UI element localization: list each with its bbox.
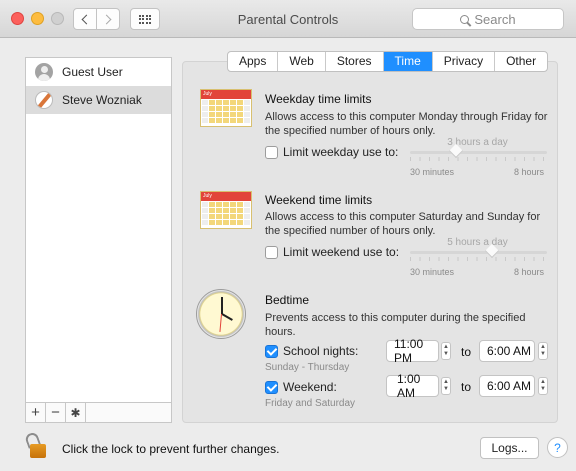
calendar-month: July (201, 192, 251, 201)
stepper-down-icon: ▼ (443, 386, 449, 392)
stepper-down-icon: ▼ (540, 351, 546, 357)
weekend-bedtime-checkbox[interactable]: Weekend: (265, 380, 337, 394)
weekday-limit-checkbox[interactable]: Limit weekday use to: (265, 145, 398, 159)
weekday-slider-track[interactable] (410, 151, 547, 154)
checkbox-checked[interactable] (265, 344, 278, 358)
weekend-calendar-icon: July (200, 191, 252, 229)
weekend-bedtime-sublabel: Friday and Saturday (265, 398, 356, 409)
weekday-title: Weekday time limits (265, 92, 372, 106)
school-nights-end-time[interactable]: 6:00 AM (479, 340, 535, 362)
weekday-slider-ticks (410, 157, 547, 161)
school-nights-label: School nights: (283, 344, 359, 358)
weekday-max-label: 8 hours (514, 167, 545, 177)
checkbox[interactable] (265, 245, 278, 259)
stepper-down-icon: ▼ (443, 351, 449, 357)
weekend-slider-ticks (410, 257, 547, 261)
checkbox-checked[interactable] (265, 380, 278, 394)
bedtime-title: Bedtime (265, 293, 310, 307)
weekday-description: Allows access to this computer Monday th… (265, 111, 548, 137)
user-name: Guest User (62, 65, 123, 79)
stepper-up-icon: ▲ (443, 344, 449, 350)
user-list: Guest User Steve Wozniak (25, 57, 172, 423)
stepper-up-icon: ▲ (540, 379, 546, 385)
add-user-button[interactable]: + (26, 403, 46, 422)
guest-user-icon (35, 63, 53, 81)
to-label: to (461, 345, 472, 359)
weekend-start-stepper[interactable]: ▲ ▼ (441, 377, 451, 395)
weekend-limit-checkbox[interactable]: Limit weekend use to: (265, 245, 399, 259)
tab-bar: Apps Web Stores Time Privacy Other (227, 51, 549, 72)
weekend-start-time[interactable]: 1:00 AM (386, 372, 439, 400)
weekend-end-time[interactable]: 6:00 AM (479, 375, 535, 397)
tab-privacy[interactable]: Privacy (433, 52, 496, 71)
search-field[interactable]: Search (412, 8, 564, 30)
school-nights-start-time[interactable]: 11:00 PM (386, 337, 439, 365)
clock-minute-hand (221, 297, 223, 314)
weekday-min-label: 30 minutes (410, 167, 455, 177)
title-bar: Parental Controls Search (0, 0, 576, 38)
gear-icon[interactable]: ✱ (66, 403, 86, 422)
weekday-calendar-icon: July (200, 89, 252, 127)
user-item-steve-wozniak[interactable]: Steve Wozniak (26, 86, 171, 114)
sidebar-toolbar: + − ✱ (25, 402, 172, 423)
baseball-avatar-icon (35, 91, 53, 109)
weekend-end-stepper[interactable]: ▲ ▼ (538, 377, 548, 395)
tab-other[interactable]: Other (495, 52, 547, 71)
remove-user-button[interactable]: − (46, 403, 66, 422)
clock-hour-hand (221, 313, 233, 321)
tab-web[interactable]: Web (278, 52, 326, 71)
weekend-min-label: 30 minutes (410, 267, 455, 277)
weekday-limit-label: Limit weekday use to: (283, 145, 399, 159)
weekend-limit-label: Limit weekend use to: (283, 245, 400, 259)
user-name: Steve Wozniak (62, 93, 142, 107)
weekend-slider-track[interactable] (410, 251, 547, 254)
weekend-title: Weekend time limits (265, 193, 373, 207)
calendar-month: July (201, 90, 251, 99)
weekend-slider-value: 5 hours a day (447, 237, 508, 248)
tab-stores[interactable]: Stores (326, 52, 384, 71)
school-nights-checkbox[interactable]: School nights: (265, 344, 358, 358)
logs-button[interactable]: Logs... (480, 437, 539, 459)
bedtime-description: Prevents access to this computer during … (265, 312, 526, 338)
stepper-up-icon: ▲ (540, 344, 546, 350)
search-icon (460, 14, 470, 24)
stepper-down-icon: ▼ (540, 386, 546, 392)
tab-time[interactable]: Time (383, 52, 433, 71)
tab-apps[interactable]: Apps (228, 52, 279, 71)
lock-status-text: Click the lock to prevent further change… (62, 442, 280, 456)
weekday-slider-value: 3 hours a day (447, 137, 508, 148)
checkbox[interactable] (265, 145, 278, 159)
stepper-up-icon: ▲ (443, 379, 449, 385)
school-nights-start-stepper[interactable]: ▲ ▼ (441, 342, 451, 360)
school-nights-end-stepper[interactable]: ▲ ▼ (538, 342, 548, 360)
user-item-guest[interactable]: Guest User (26, 58, 171, 86)
clock-second-hand (219, 313, 222, 332)
weekend-max-label: 8 hours (514, 267, 545, 277)
weekend-description: Allows access to this computer Saturday … (265, 211, 541, 237)
school-nights-sublabel: Sunday - Thursday (265, 362, 350, 373)
lock-icon[interactable] (23, 431, 48, 459)
to-label: to (461, 380, 472, 394)
help-button[interactable]: ? (547, 437, 568, 458)
search-placeholder: Search (474, 11, 516, 27)
clock-icon (196, 289, 246, 339)
weekend-bedtime-label: Weekend: (283, 380, 337, 394)
